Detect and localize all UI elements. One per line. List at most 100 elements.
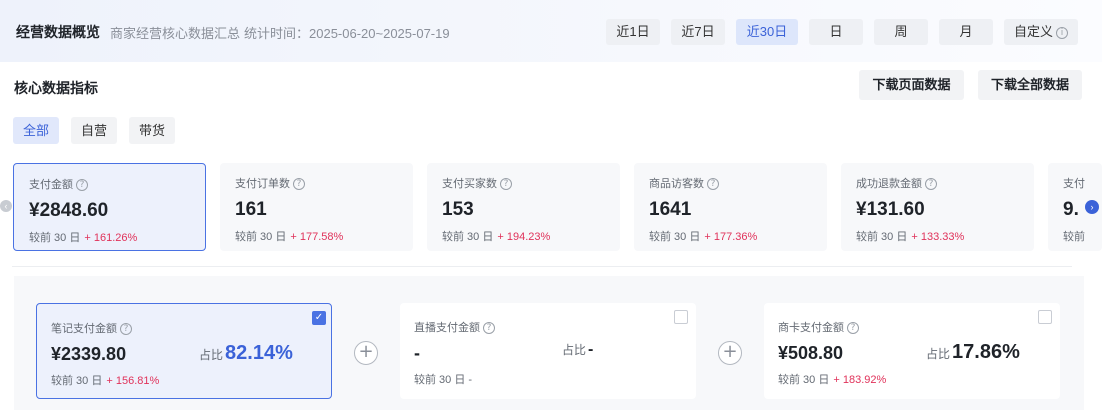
range-week-button[interactable]: 周 xyxy=(874,19,928,45)
breakdown-card-notes[interactable]: 笔记支付金额? ¥2339.80 占比 82.14% 较前 30 日 + 156.8… xyxy=(36,303,332,399)
compare-label: 较前 30 日 xyxy=(51,375,103,387)
compare-change: + 177.36% xyxy=(704,231,758,243)
metric-value: 153 xyxy=(442,199,474,220)
ratio-value: 17.86% xyxy=(952,341,1020,363)
ratio-label: 占比 xyxy=(926,347,951,361)
metric-label-text: 支付金额 xyxy=(29,179,73,191)
compare-label: 较前 30 日 xyxy=(414,374,466,386)
range-1d-button[interactable]: 近1日 xyxy=(606,19,660,45)
section-title: 核心数据指标 xyxy=(14,80,98,96)
breakdown-label: 笔记支付金额? xyxy=(51,320,317,336)
breakdown-value: ¥2339.80 xyxy=(51,344,127,364)
metric-card-visitors[interactable]: 商品访客数? 1641 较前 30 日 + 177.36% xyxy=(634,163,827,251)
stat-time: 统计时间：2025-06-20~2025-07-19 xyxy=(244,26,450,41)
compare-label: 较前 30 日 xyxy=(856,231,908,243)
compare-change: + 161.26% xyxy=(84,232,138,244)
ratio-value: 82.14% xyxy=(225,342,293,364)
breakdown-ratio: 占比 - xyxy=(562,341,593,359)
metric-compare: 较前 30 日 + 194.23% xyxy=(442,228,605,244)
breakdown-checkbox[interactable]: ✓ xyxy=(312,311,326,325)
breakdown-checkbox[interactable] xyxy=(674,310,688,324)
info-circle-icon: ? xyxy=(293,178,305,191)
compare-change: - xyxy=(468,374,473,386)
metric-label: 支付订单数? xyxy=(235,175,398,191)
metric-label-text: 成功退款金额 xyxy=(856,178,922,190)
filter-self-button[interactable]: 自营 xyxy=(71,117,117,144)
breakdown-compare: 较前 30 日 - xyxy=(414,371,472,387)
info-circle-icon: ? xyxy=(76,179,88,192)
breakdown-label: 直播支付金额? xyxy=(414,319,682,335)
page-subtitle: 商家经营核心数据汇总 xyxy=(110,26,241,41)
compare-label: 较前 30 日 xyxy=(442,231,494,243)
metric-label: 成功退款金额? xyxy=(856,175,1019,191)
range-day-button[interactable]: 日 xyxy=(809,19,863,45)
breakdown-label: 商卡支付金额? xyxy=(778,319,1046,335)
info-circle-icon: ? xyxy=(483,322,495,335)
metric-label: 支付金额? xyxy=(29,176,190,192)
compare-change: + 194.23% xyxy=(497,231,551,243)
filter-all-button[interactable]: 全部 xyxy=(13,117,59,144)
divider xyxy=(12,266,1072,267)
metric-card-order-count[interactable]: 支付订单数? 161 较前 30 日 + 177.58% xyxy=(220,163,413,251)
compare-label: 较前 30 日 xyxy=(235,231,287,243)
range-custom-button[interactable]: 自定义 i xyxy=(1004,19,1078,45)
metric-compare: 较前 30 日 + 177.36% xyxy=(649,228,812,244)
metric-value: 161 xyxy=(235,199,267,220)
metric-label-text: 支付订单数 xyxy=(235,178,290,190)
download-page-button[interactable]: 下载页面数据 xyxy=(859,70,964,100)
metric-label: 商品访客数? xyxy=(649,175,812,191)
ratio-value: - xyxy=(588,341,594,358)
info-circle-icon: ? xyxy=(925,178,937,191)
breakdown-value: - xyxy=(414,343,420,363)
breakdown-value: ¥508.80 xyxy=(778,343,844,363)
page-title: 经营数据概览 xyxy=(16,24,100,40)
range-30d-button[interactable]: 近30日 xyxy=(736,19,798,45)
metric-value: 1641 xyxy=(649,199,692,220)
chevron-left-icon[interactable]: ‹ xyxy=(0,200,12,212)
breakdown-compare: 较前 30 日 + 183.92% xyxy=(778,371,886,387)
compare-change: + 133.33% xyxy=(911,231,965,243)
chevron-right-icon[interactable]: › xyxy=(1085,200,1099,214)
metric-value: ¥131.60 xyxy=(856,199,925,220)
metric-compare: 较前 30 日 + 177.58% xyxy=(235,228,398,244)
metric-compare: 较前 30 日 + 161.26% xyxy=(29,229,190,245)
breakdown-label-text: 直播支付金额 xyxy=(414,322,480,334)
compare-label: 较前 30 日 xyxy=(649,231,701,243)
metric-label: 支付 xyxy=(1063,178,1085,190)
compare-label: 较前 30 日 xyxy=(29,232,81,244)
breakdown-ratio: 占比 82.14% xyxy=(199,342,293,365)
range-7d-button[interactable]: 近7日 xyxy=(671,19,725,45)
info-circle-icon: ? xyxy=(500,178,512,191)
breakdown-card-live[interactable]: 直播支付金额? - 占比 - 较前 30 日 - xyxy=(400,303,696,399)
metric-label-text: 商品访客数 xyxy=(649,178,704,190)
breakdown-compare: 较前 30 日 + 156.81% xyxy=(51,372,159,388)
metric-compare: 较前 30 日 + 133.33% xyxy=(856,228,1019,244)
info-circle-icon: ? xyxy=(120,323,132,336)
ratio-label: 占比 xyxy=(199,348,224,362)
metric-card-payment-amount[interactable]: 支付金额? ¥2848.60 较前 30 日 + 161.26% xyxy=(13,163,206,251)
compare-label: 较前 30 日 xyxy=(778,374,830,386)
info-circle-icon: ? xyxy=(707,178,719,191)
metric-label: 支付买家数? xyxy=(442,175,605,191)
range-month-button[interactable]: 月 xyxy=(939,19,993,45)
compare-change: + 183.92% xyxy=(833,374,887,386)
breakdown-label-text: 笔记支付金额 xyxy=(51,323,117,335)
compare-change: + 177.58% xyxy=(290,231,344,243)
download-all-button[interactable]: 下载全部数据 xyxy=(978,70,1082,100)
breakdown-checkbox[interactable] xyxy=(1038,310,1052,324)
plus-circle-icon: + xyxy=(718,341,742,365)
metric-card-buyer-count[interactable]: 支付买家数? 153 较前 30 日 + 194.23% xyxy=(427,163,620,251)
ratio-label: 占比 xyxy=(562,343,587,357)
info-circle-icon: ? xyxy=(847,322,859,335)
breakdown-card-product-card[interactable]: 商卡支付金额? ¥508.80 占比 17.86% 较前 30 日 + 183.92… xyxy=(764,303,1060,399)
check-icon: ✓ xyxy=(314,312,324,323)
metric-value: ¥2848.60 xyxy=(29,200,109,221)
breakdown-label-text: 商卡支付金额 xyxy=(778,322,844,334)
filter-affiliate-button[interactable]: 带货 xyxy=(129,117,175,144)
range-custom-label: 自定义 xyxy=(1013,24,1053,39)
info-circle-icon: i xyxy=(1056,26,1068,39)
breakdown-ratio: 占比 17.86% xyxy=(926,341,1020,364)
compare-change: + 156.81% xyxy=(106,375,160,387)
metric-card-refund-amount[interactable]: 成功退款金额? ¥131.60 较前 30 日 + 133.33% xyxy=(841,163,1034,251)
metric-label-text: 支付买家数 xyxy=(442,178,497,190)
